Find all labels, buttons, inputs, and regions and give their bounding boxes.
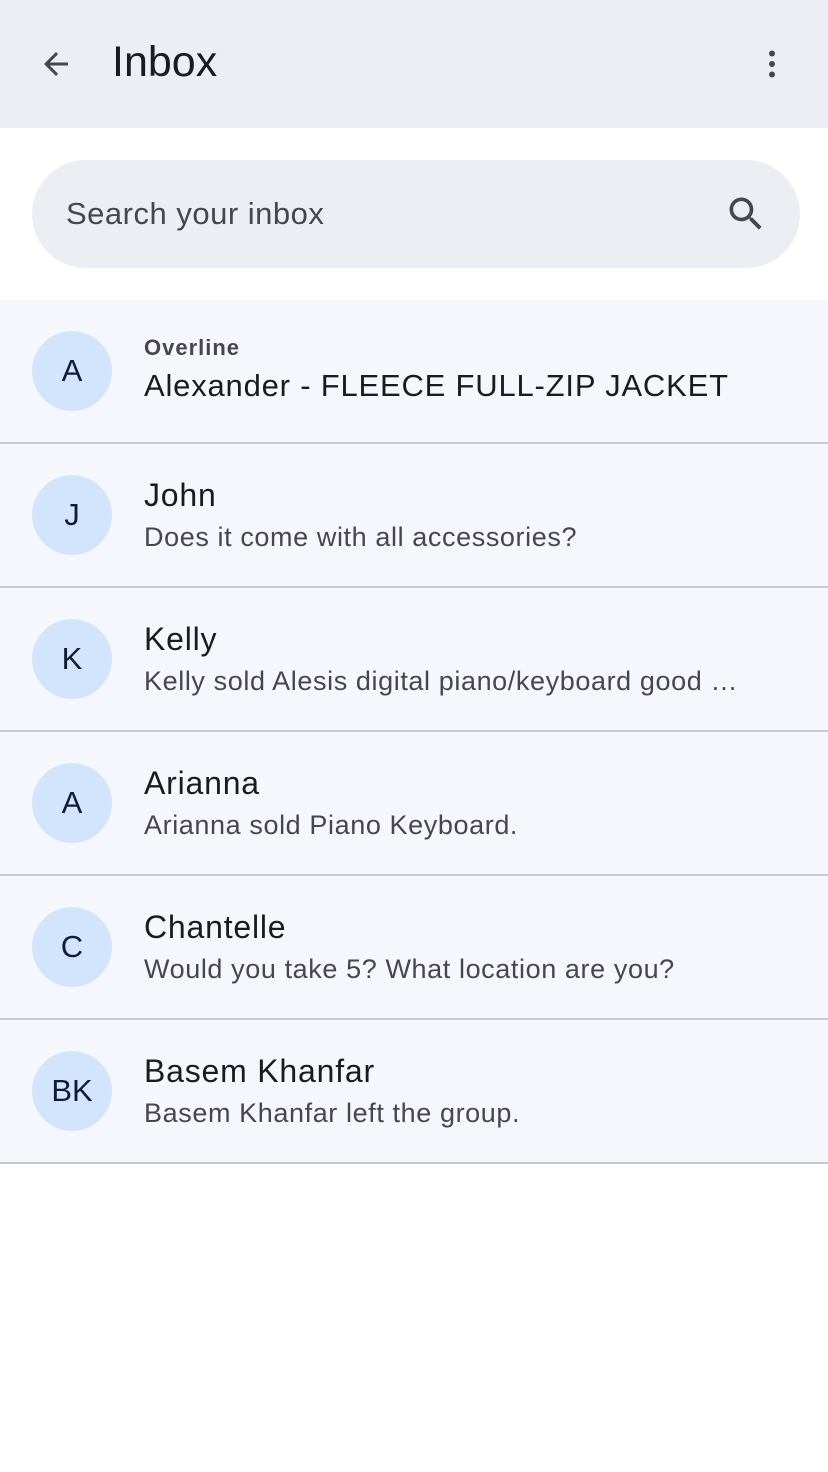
- top-app-bar: Inbox: [0, 0, 828, 128]
- conversation-headline: Basem Khanfar: [144, 1053, 375, 1089]
- conversation-preview: Kelly sold Alesis digital piano/keyboard…: [144, 666, 744, 696]
- more-vert-icon: [769, 50, 775, 78]
- search-input[interactable]: [66, 160, 706, 268]
- avatar: J: [32, 475, 112, 555]
- more-options-button[interactable]: [740, 32, 804, 96]
- conversation-preview: Would you take 5? What location are you?: [144, 954, 675, 984]
- conversation-item-john[interactable]: J John Does it come with all accessories…: [0, 444, 828, 588]
- avatar: A: [32, 331, 112, 411]
- avatar: C: [32, 907, 112, 987]
- avatar: K: [32, 619, 112, 699]
- avatar: BK: [32, 1051, 112, 1131]
- page-title: Inbox: [112, 38, 218, 86]
- conversation-text: Basem Khanfar Basem Khanfar left the gro…: [144, 1020, 754, 1162]
- conversation-text: Arianna Arianna sold Piano Keyboard.: [144, 732, 754, 874]
- conversation-headline: Alexander - FLEECE FULL-ZIP JACKET: [144, 368, 729, 403]
- conversation-headline: Kelly: [144, 621, 218, 657]
- search-bar[interactable]: [32, 160, 800, 268]
- conversation-text: Chantelle Would you take 5? What locatio…: [144, 876, 754, 1018]
- overline-label: Overline: [144, 335, 241, 360]
- conversation-item-basem-khanfar[interactable]: BK Basem Khanfar Basem Khanfar left the …: [0, 1020, 828, 1164]
- conversation-headline: Chantelle: [144, 909, 287, 945]
- conversation-text: Overline Alexander - FLEECE FULL-ZIP JAC…: [144, 300, 754, 442]
- conversation-item-arianna[interactable]: A Arianna Arianna sold Piano Keyboard.: [0, 732, 828, 876]
- conversation-text: John Does it come with all accessories?: [144, 444, 754, 586]
- conversation-text: Kelly Kelly sold Alesis digital piano/ke…: [144, 588, 754, 730]
- conversation-headline: Arianna: [144, 765, 260, 801]
- arrow-back-icon: [44, 52, 68, 76]
- conversation-preview: Arianna sold Piano Keyboard.: [144, 810, 519, 840]
- conversation-list: A Overline Alexander - FLEECE FULL-ZIP J…: [0, 300, 828, 1164]
- conversation-item-alexander[interactable]: A Overline Alexander - FLEECE FULL-ZIP J…: [0, 300, 828, 444]
- conversation-headline: John: [144, 477, 217, 513]
- conversation-item-kelly[interactable]: K Kelly Kelly sold Alesis digital piano/…: [0, 588, 828, 732]
- search-icon: [729, 197, 762, 230]
- conversation-preview: Basem Khanfar left the group.: [144, 1098, 521, 1128]
- avatar: A: [32, 763, 112, 843]
- conversation-item-chantelle[interactable]: C Chantelle Would you take 5? What locat…: [0, 876, 828, 1020]
- back-button[interactable]: [24, 32, 88, 96]
- search-button[interactable]: [722, 190, 770, 238]
- conversation-preview: Does it come with all accessories?: [144, 522, 578, 552]
